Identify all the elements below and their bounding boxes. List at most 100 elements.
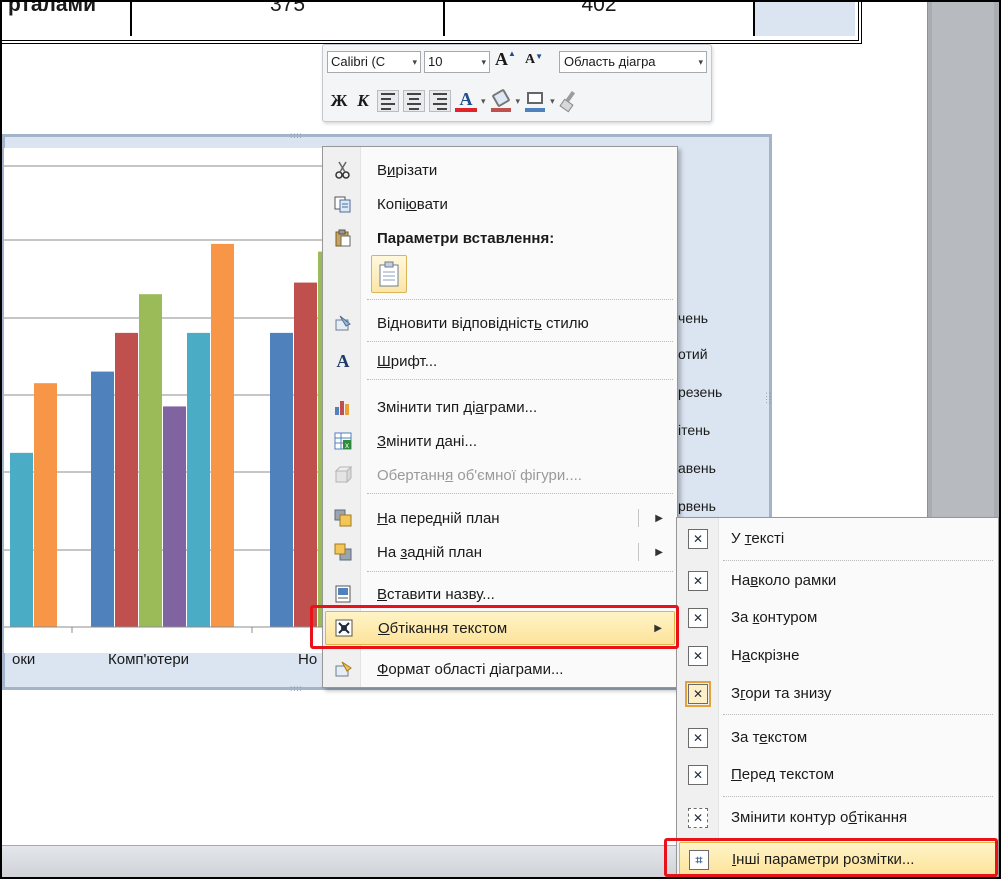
menu-item-label: У тексті	[731, 530, 785, 547]
align-right-button[interactable]	[429, 90, 451, 112]
submenu-item-top-bottom[interactable]: ✕ Згори та знизу	[679, 677, 997, 711]
bring-forward-icon	[333, 508, 353, 528]
menu-item-label: Наскрізне	[731, 647, 800, 664]
chart-bar	[10, 452, 33, 627]
legend-item: отий	[678, 346, 708, 362]
grow-font-button[interactable]: A▲	[495, 49, 516, 70]
chart-bar	[294, 282, 317, 627]
bold-button[interactable]: Ж	[329, 91, 349, 111]
chart-bar	[163, 406, 186, 627]
wrap-in-front-icon: ✕	[688, 765, 708, 785]
legend-item: чень	[678, 310, 709, 326]
menu-item-label: За текстом	[731, 729, 808, 746]
submenu-arrow-icon[interactable]: ▶	[655, 547, 663, 558]
menu-item-label: Шрифт...	[377, 352, 438, 370]
x-tick-label: Комп'ютери	[108, 651, 189, 668]
insert-caption-icon	[333, 584, 353, 604]
menu-item-bring-forward[interactable]: На передній план ▶	[325, 501, 675, 535]
wrap-behind-text-icon: ✕	[688, 728, 708, 748]
submenu-item-behind-text[interactable]: ✕ За текстом	[679, 721, 997, 755]
format-chart-area-icon	[333, 659, 353, 679]
wrap-tight-icon: ✕	[688, 608, 708, 628]
scissors-icon	[333, 160, 353, 180]
paste-keep-formatting-button[interactable]	[371, 255, 407, 293]
font-size-box[interactable]: 10 ▾	[424, 51, 490, 73]
line-color-button[interactable]	[524, 90, 546, 112]
menu-item-label: На задній план	[377, 543, 482, 561]
text-wrapping-submenu: ✕ У тексті ✕ Навколо рамки ✕ За контуром…	[676, 517, 999, 877]
font-icon: A	[336, 350, 350, 371]
wrap-through-icon: ✕	[688, 646, 708, 666]
menu-item-change-chart-type[interactable]: Змінити тип діаграми...	[325, 390, 675, 424]
menu-item-label: Змінити контур обтікання	[731, 809, 908, 826]
wrap-top-bottom-icon: ✕	[685, 681, 711, 707]
chart-element-selector[interactable]: Область діагра ▾	[559, 51, 707, 73]
menu-item-edit-data[interactable]: x Змінити дані...	[325, 424, 675, 458]
menu-item-format-chart-area[interactable]: Формат області діаграми...	[325, 652, 675, 686]
submenu-item-square[interactable]: ✕ Навколо рамки	[679, 564, 997, 598]
x-tick-label: Но	[298, 651, 317, 668]
menu-item-3d-rotation: Обертання об'ємної фігури....	[325, 458, 675, 492]
menu-item-reset-style[interactable]: Відновити відповідність стилю	[325, 306, 675, 340]
chevron-down-icon[interactable]: ▾	[481, 96, 486, 107]
legend-item: рвень	[678, 498, 716, 514]
edit-data-icon: x	[333, 431, 353, 451]
menu-item-label: За контуром	[731, 609, 818, 626]
align-left-button[interactable]	[377, 90, 399, 112]
font-name-box[interactable]: Calibri (С ▾	[327, 51, 421, 73]
brush-icon	[559, 98, 574, 113]
menu-item-text-wrapping[interactable]: Обтікання текстом ▶	[325, 611, 675, 645]
menu-item-label: Навколо рамки	[731, 572, 837, 589]
wrap-in-line-icon: ✕	[688, 529, 708, 549]
menu-item-label: Обтікання текстом	[378, 619, 508, 637]
menu-item-send-backward[interactable]: На задній план ▶	[325, 535, 675, 569]
chevron-down-icon[interactable]: ▾	[698, 52, 703, 72]
submenu-item-in-front-of-text[interactable]: ✕ Перед текстом	[679, 758, 997, 792]
font-color-button[interactable]: A	[455, 90, 477, 112]
align-center-button[interactable]	[403, 90, 425, 112]
menu-item-label: Обертання об'ємної фігури....	[377, 466, 582, 484]
menu-item-font[interactable]: A Шрифт...	[325, 344, 675, 378]
chevron-down-icon[interactable]: ▾	[481, 52, 486, 72]
menu-item-label: На передній план	[377, 509, 500, 527]
fill-color-button[interactable]	[490, 88, 512, 112]
chart-type-icon	[333, 397, 353, 417]
menu-item-label: Змінити дані...	[377, 432, 477, 450]
svg-text:x: x	[345, 441, 349, 450]
menu-item-insert-caption[interactable]: Вставити назву...	[325, 577, 675, 611]
submenu-item-through[interactable]: ✕ Наскрізне	[679, 639, 997, 673]
menu-item-label: Формат області діаграми...	[377, 660, 564, 678]
layout-options-icon: ⌗	[689, 850, 709, 870]
x-tick-label: оки	[12, 651, 35, 668]
wrap-square-icon: ✕	[688, 571, 708, 591]
submenu-arrow-icon[interactable]: ▶	[655, 513, 663, 524]
menu-item-label: Відновити відповідність стилю	[377, 314, 589, 332]
chevron-down-icon[interactable]: ▾	[412, 52, 417, 72]
copy-icon	[333, 194, 353, 214]
menu-item-label: Параметри вставлення:	[377, 229, 555, 247]
menu-item-label: Змінити тип діаграми...	[377, 398, 538, 416]
chart-bar	[270, 332, 293, 627]
submenu-item-more-layout-options[interactable]: ⌗ Інші параметри розмітки...	[679, 842, 997, 876]
chevron-down-icon[interactable]: ▾	[516, 96, 521, 107]
menu-item-label: Перед текстом	[731, 766, 835, 783]
edit-wrap-points-icon: ✕	[688, 808, 708, 828]
submenu-arrow-icon[interactable]: ▶	[654, 623, 662, 634]
send-backward-icon	[333, 542, 353, 562]
chart-bar	[139, 294, 162, 627]
format-painter-button[interactable]	[559, 90, 579, 113]
submenu-item-edit-wrap-points[interactable]: ✕ Змінити контур обтікання	[679, 801, 997, 835]
menu-item-label: Інші параметри розмітки...	[732, 851, 915, 868]
submenu-item-in-line[interactable]: ✕ У тексті	[679, 522, 997, 556]
chart-bar	[34, 383, 57, 627]
chart-bar	[115, 332, 138, 627]
chart-bar	[211, 243, 234, 627]
legend-item: авень	[678, 460, 716, 476]
italic-button[interactable]: К	[353, 91, 373, 111]
shrink-font-button[interactable]: A▼	[525, 52, 543, 68]
menu-item-copy[interactable]: Копіювати	[325, 187, 675, 221]
context-menu: Вирізати Копіювати Параметри вставлення:…	[322, 146, 678, 688]
chevron-down-icon[interactable]: ▾	[550, 96, 555, 107]
menu-item-cut[interactable]: Вирізати	[325, 153, 675, 187]
submenu-item-tight[interactable]: ✕ За контуром	[679, 601, 997, 635]
